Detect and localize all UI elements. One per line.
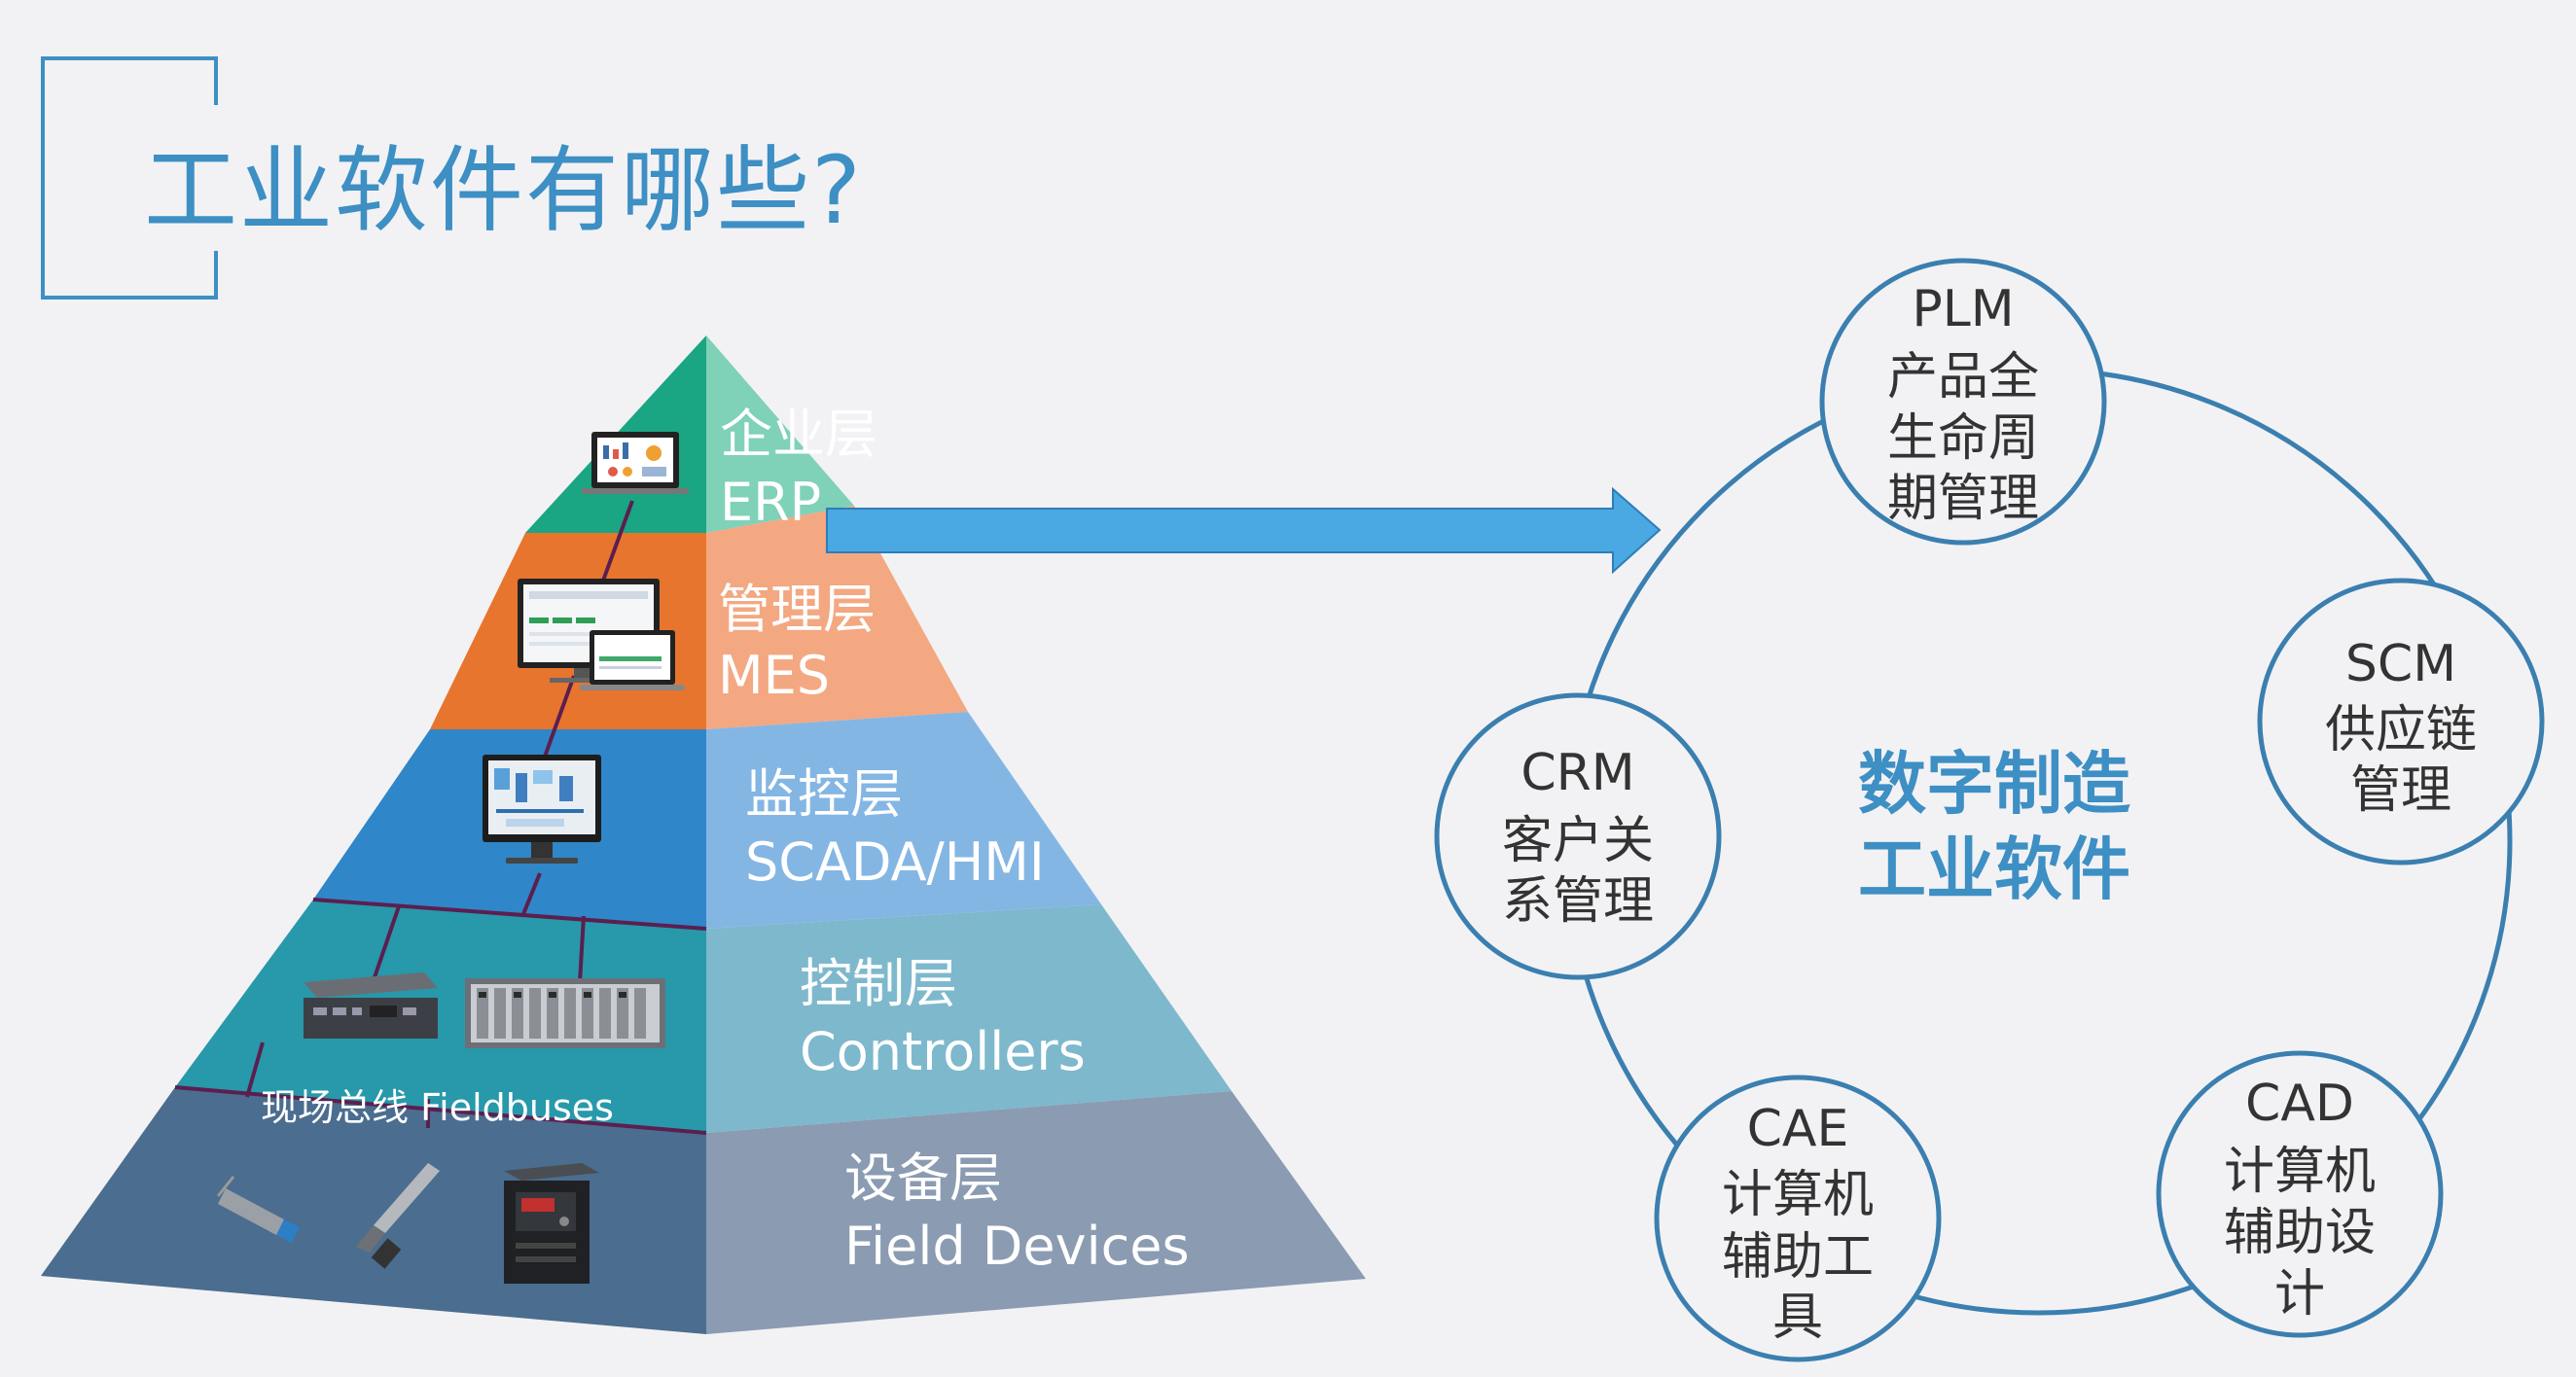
crm-line-2: 系管理 <box>1502 872 1654 931</box>
industrial-pc-icon <box>304 972 438 1039</box>
devices-layer-right-face <box>706 1091 1366 1334</box>
mes-layer-sub: MES <box>718 645 830 706</box>
controllers-layer-sub: Controllers <box>800 1021 1086 1082</box>
node-crm: CRM 客户关 系管理 <box>1434 692 1722 980</box>
right-arrow-icon <box>826 486 1662 575</box>
erp-layer-name: 企业层 <box>720 404 877 465</box>
pyramid: 企业层 ERP 管理层 MES 监控层 SCADA/HMI 控制层 Contro… <box>41 335 1366 1334</box>
mes-layer-name: 管理层 <box>718 579 876 640</box>
plm-line-2: 生命周 <box>1887 409 2039 468</box>
node-scm: SCM 供应链 管理 <box>2257 578 2545 865</box>
scada-layer-name: 监控层 <box>745 763 903 825</box>
cae-abbr: CAE <box>1747 1100 1849 1158</box>
scada-layer-sub: SCADA/HMI <box>745 831 1045 893</box>
cad-abbr: CAD <box>2245 1075 2354 1133</box>
scm-abbr: SCM <box>2345 635 2456 693</box>
plc-rack-icon <box>465 978 665 1048</box>
diagram-canvas: 企业层 ERP 管理层 MES 监控层 SCADA/HMI 控制层 Contro… <box>41 258 2545 1362</box>
node-cad: CAD 计算机 辅助设 计 <box>2156 1050 2444 1338</box>
frequency-inverter-icon <box>504 1163 599 1284</box>
cae-line-2: 辅助工 <box>1722 1228 1874 1287</box>
plm-abbr: PLM <box>1912 280 2014 338</box>
center-title-line1: 数字制造 <box>1858 744 2130 824</box>
crm-abbr: CRM <box>1521 744 1634 802</box>
scm-line-1: 供应链 <box>2325 701 2477 759</box>
scm-line-2: 管理 <box>2350 761 2451 820</box>
crm-line-1: 客户关 <box>1502 812 1654 870</box>
fieldbus-label: 现场总线 Fieldbuses <box>261 1086 614 1129</box>
erp-laptop-icon <box>582 432 689 494</box>
center-title-line2: 工业软件 <box>1858 830 2130 909</box>
controllers-layer-name: 控制层 <box>800 953 957 1014</box>
cad-line-3: 计 <box>2274 1265 2325 1324</box>
plm-line-3: 期管理 <box>1887 470 2039 528</box>
devices-layer-name: 设备层 <box>844 1148 1002 1209</box>
plm-line-1: 产品全 <box>1887 348 2039 406</box>
cae-line-1: 计算机 <box>1722 1166 1874 1224</box>
software-wheel: 数字制造 工业软件 PLM 产品全 生命周 期管理 SCM 供应链 管理 CAD… <box>1434 258 2545 1362</box>
cad-line-2: 辅助设 <box>2224 1204 2376 1262</box>
node-cae: CAE 计算机 辅助工 具 <box>1654 1075 1942 1362</box>
erp-layer-sub: ERP <box>720 472 821 533</box>
devices-layer-sub: Field Devices <box>844 1216 1190 1277</box>
cae-line-3: 具 <box>1772 1289 1823 1347</box>
node-plm: PLM 产品全 生命周 期管理 <box>1819 258 2107 546</box>
cad-line-1: 计算机 <box>2224 1143 2376 1201</box>
